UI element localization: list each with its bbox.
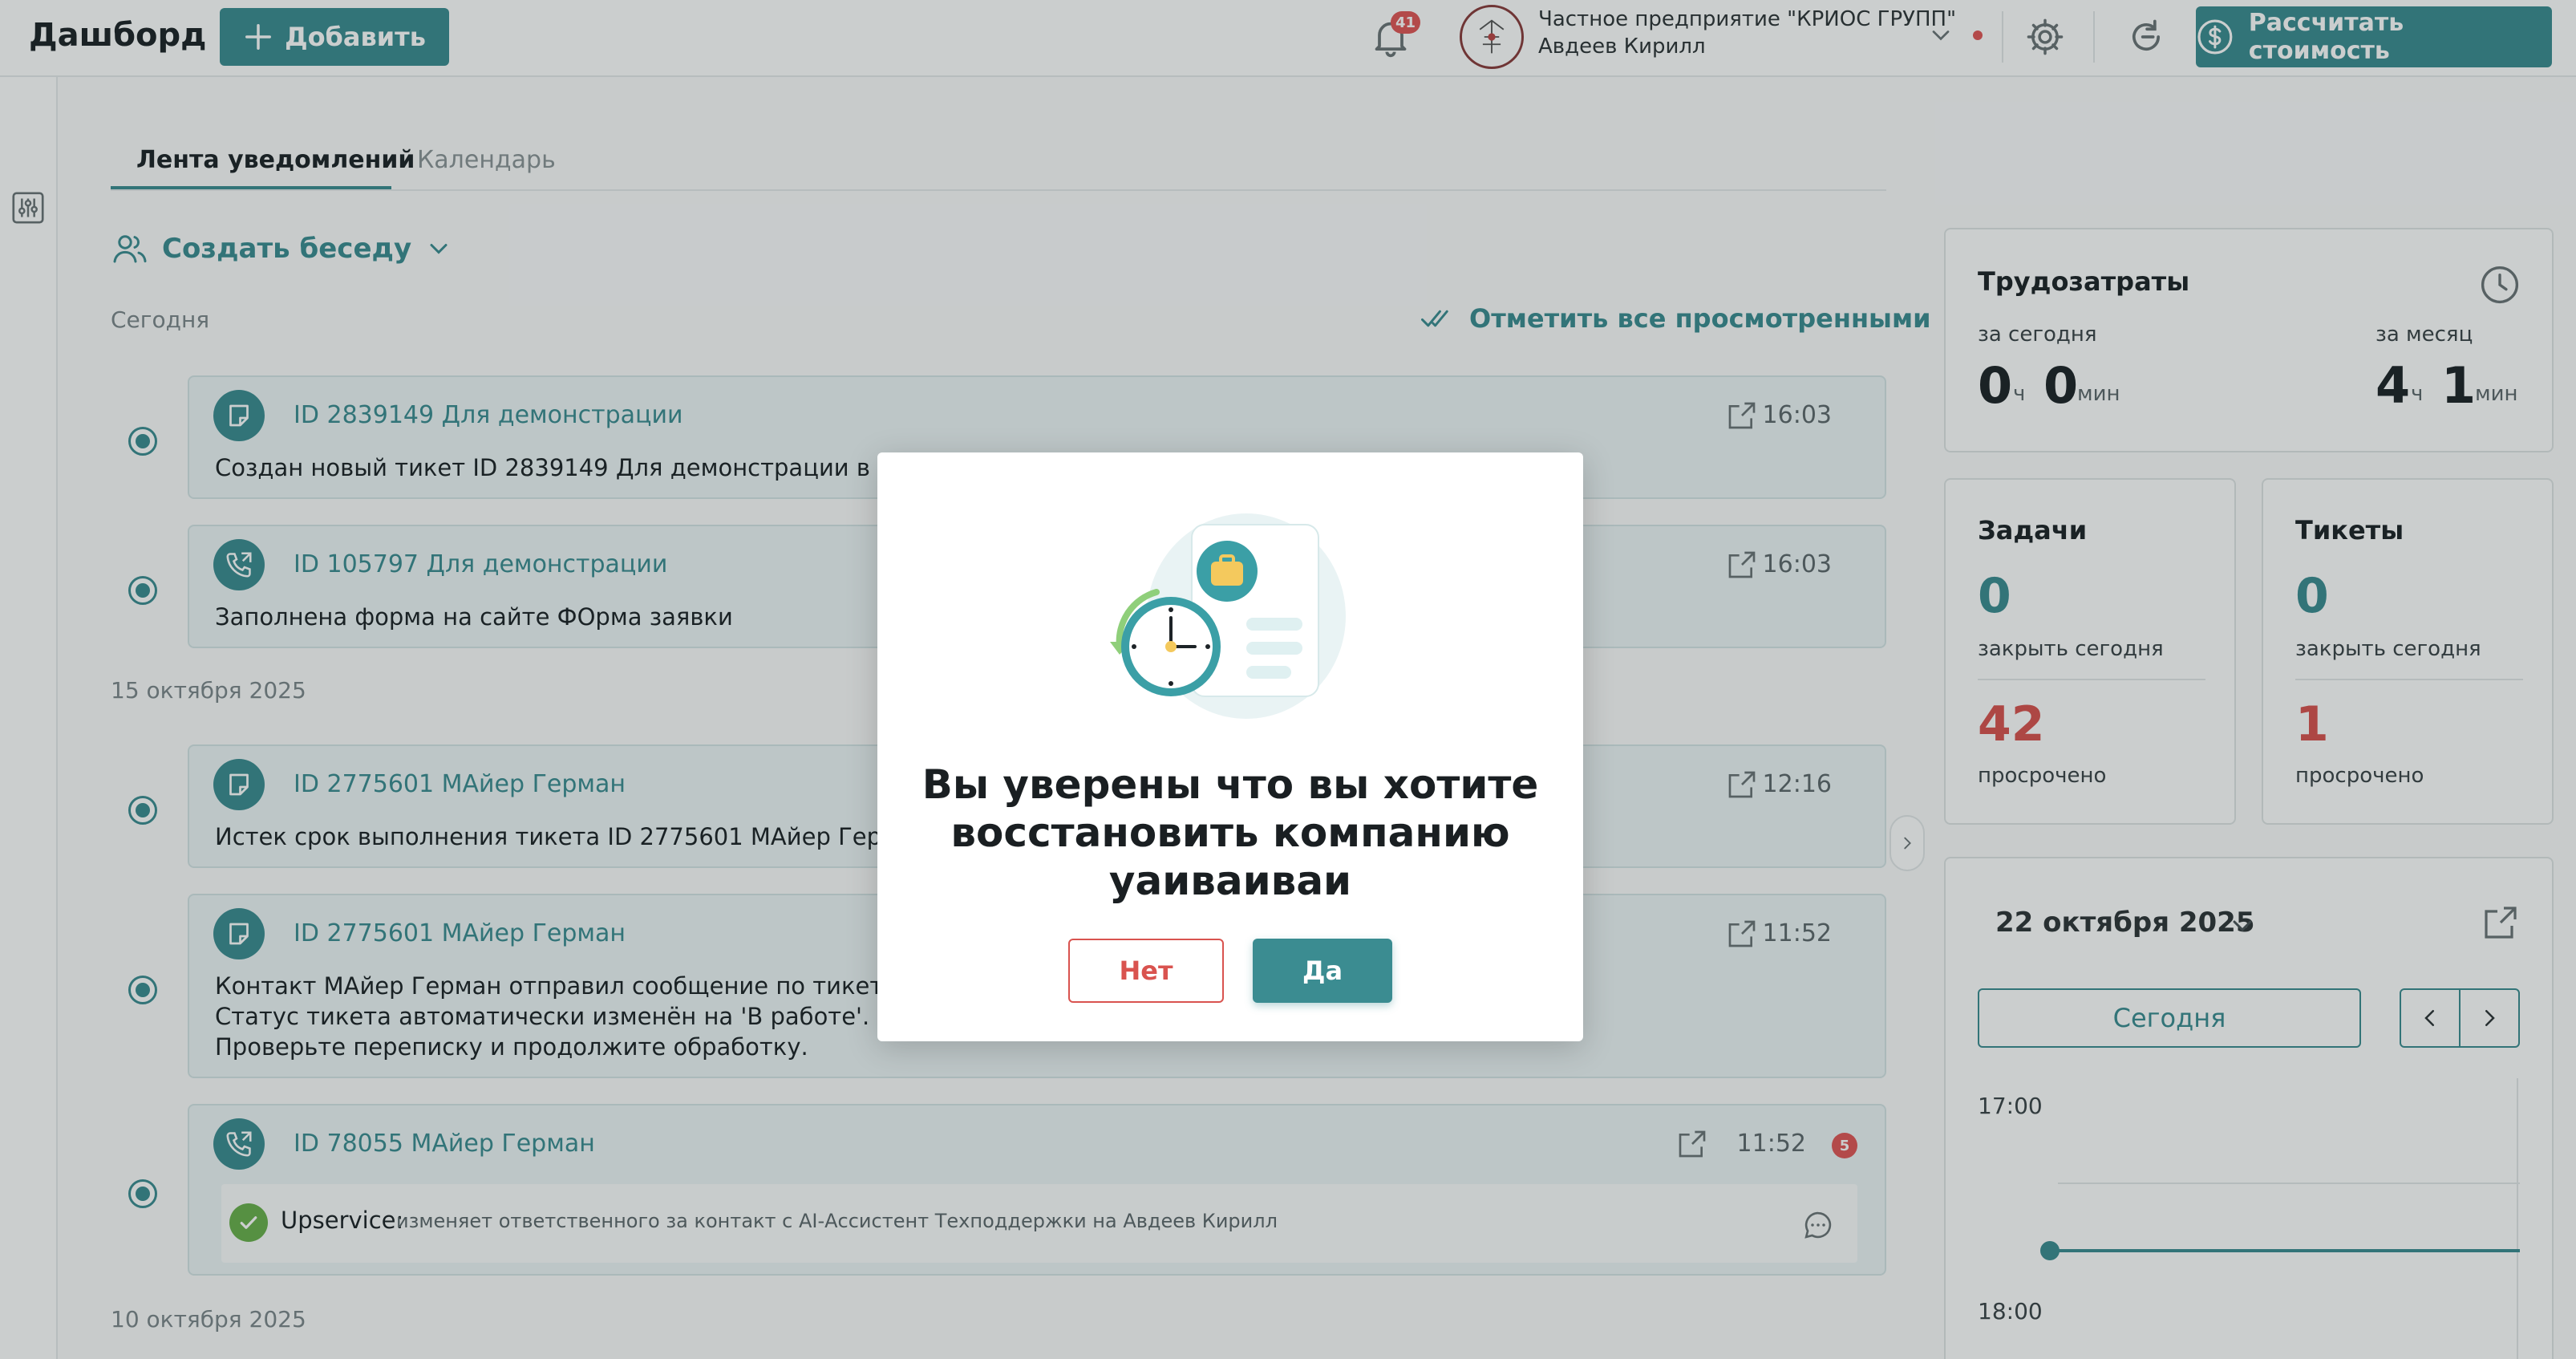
dialog-message: Вы уверены что вы хотите восстановить ко… (921, 761, 1539, 904)
time-document-illustration (1110, 513, 1346, 719)
cancel-button[interactable]: Нет (1068, 939, 1224, 1003)
confirm-button[interactable]: Да (1253, 939, 1392, 1003)
confirm-dialog: Вы уверены что вы хотите восстановить ко… (877, 452, 1583, 1041)
